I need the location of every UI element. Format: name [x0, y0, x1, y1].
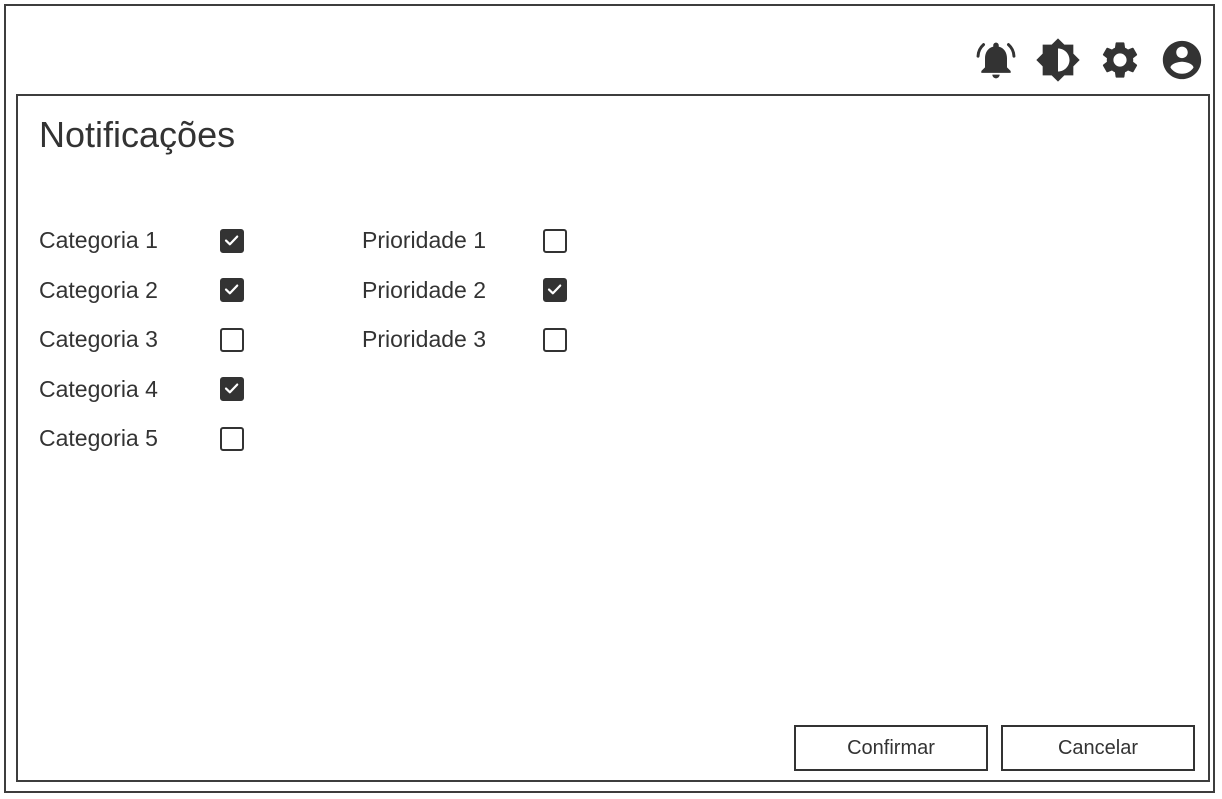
notifications-panel: Notificações Categoria 1 Categoria 2 Cat…	[16, 94, 1210, 782]
priority-row: Prioridade 3	[362, 315, 567, 365]
confirm-button[interactable]: Confirmar	[794, 725, 988, 771]
priority-label: Prioridade 1	[362, 227, 487, 254]
page-title: Notificações	[39, 114, 236, 155]
priority-row: Prioridade 2	[362, 266, 567, 316]
top-toolbar	[973, 36, 1205, 84]
priority-2-checkbox[interactable]	[543, 278, 567, 303]
dialog-actions: Confirmar Cancelar	[794, 725, 1195, 771]
priority-1-checkbox[interactable]	[543, 228, 567, 253]
category-1-checkbox[interactable]	[220, 228, 244, 253]
settings-gear-icon[interactable]	[1097, 37, 1143, 83]
category-row: Categoria 3	[39, 315, 244, 365]
category-row: Categoria 2	[39, 266, 244, 316]
category-row: Categoria 4	[39, 365, 244, 415]
category-label: Categoria 2	[39, 276, 158, 303]
category-2-checkbox[interactable]	[220, 278, 244, 303]
category-3-checkbox[interactable]	[220, 327, 244, 352]
category-row: Categoria 5	[39, 414, 244, 464]
app-window: Notificações Categoria 1 Categoria 2 Cat…	[4, 4, 1215, 793]
priority-3-checkbox[interactable]	[543, 327, 567, 352]
category-label: Categoria 5	[39, 425, 158, 452]
brightness-icon[interactable]	[1035, 37, 1081, 83]
priority-label: Prioridade 3	[362, 326, 487, 353]
category-4-checkbox[interactable]	[220, 377, 244, 402]
notification-bell-icon[interactable]	[973, 37, 1019, 83]
cancel-button[interactable]: Cancelar	[1001, 725, 1195, 771]
category-label: Categoria 4	[39, 375, 158, 402]
category-list: Categoria 1 Categoria 2 Categoria 3 Cate…	[39, 216, 244, 464]
category-5-checkbox[interactable]	[220, 426, 244, 451]
category-row: Categoria 1	[39, 216, 244, 266]
priority-list: Prioridade 1 Prioridade 2 Prioridade 3	[362, 216, 567, 365]
account-circle-icon[interactable]	[1159, 37, 1205, 83]
priority-label: Prioridade 2	[362, 276, 487, 303]
category-label: Categoria 3	[39, 326, 158, 353]
category-label: Categoria 1	[39, 227, 158, 254]
priority-row: Prioridade 1	[362, 216, 567, 266]
